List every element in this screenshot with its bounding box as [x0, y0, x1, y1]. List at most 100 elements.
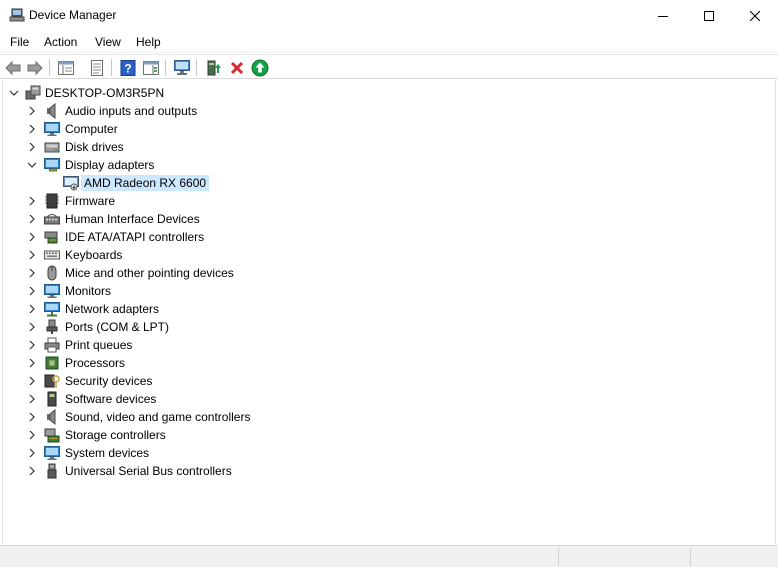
tree-category-firmware[interactable]: Firmware	[3, 192, 777, 210]
tree-category-print-queues[interactable]: Print queues	[3, 336, 777, 354]
disk-drive-icon	[44, 139, 60, 155]
tree-category-ports-com-lpt[interactable]: Ports (COM & LPT)	[3, 318, 777, 336]
tree-root-label: DESKTOP-OM3R5PN	[45, 86, 165, 100]
chevron-right-icon[interactable]	[27, 106, 37, 116]
chevron-right-icon[interactable]	[27, 268, 37, 278]
toolbar-separator	[49, 59, 50, 76]
tree-category-label: Computer	[65, 122, 118, 136]
software-device-icon	[44, 391, 60, 407]
forward-icon[interactable]	[25, 58, 45, 77]
chevron-right-icon[interactable]	[27, 232, 37, 242]
tree-category-label: Storage controllers	[65, 428, 166, 442]
network-adapter-icon	[44, 301, 60, 317]
tree-device-item[interactable]: AMD Radeon RX 6600	[3, 174, 777, 192]
chevron-right-icon[interactable]	[27, 394, 37, 404]
chevron-right-icon[interactable]	[27, 286, 37, 296]
display-adapter-icon	[44, 157, 60, 173]
chevron-right-icon[interactable]	[27, 250, 37, 260]
scan-hardware-changes-icon[interactable]	[172, 58, 192, 77]
tree-category-label: Network adapters	[65, 302, 160, 316]
tree-category-sound-video-and-game-controllers[interactable]: Sound, video and game controllers	[3, 408, 777, 426]
tree-category-security-devices[interactable]: Security devices	[3, 372, 777, 390]
tree-root[interactable]: DESKTOP-OM3R5PN	[3, 84, 777, 102]
maximize-button[interactable]	[686, 0, 732, 31]
chevron-right-icon[interactable]	[27, 124, 37, 134]
chevron-right-icon[interactable]	[27, 142, 37, 152]
processor-icon	[44, 355, 60, 371]
hid-icon	[44, 211, 60, 227]
chevron-right-icon[interactable]	[27, 448, 37, 458]
action-pane-icon[interactable]	[141, 58, 161, 77]
enable-device-icon[interactable]	[250, 58, 270, 77]
menu-view[interactable]: View	[95, 35, 121, 49]
toolbar-separator	[111, 59, 112, 76]
tree-category-monitors[interactable]: Monitors	[3, 282, 777, 300]
tree-category-human-interface-devices[interactable]: Human Interface Devices	[3, 210, 777, 228]
tree-category-label: Display adapters	[65, 158, 155, 172]
menu-action[interactable]: Action	[44, 35, 77, 49]
tree-category-keyboards[interactable]: Keyboards	[3, 246, 777, 264]
chevron-right-icon[interactable]	[27, 358, 37, 368]
tree-category-audio-inputs-and-outputs[interactable]: Audio inputs and outputs	[3, 102, 777, 120]
uninstall-device-icon[interactable]	[227, 58, 247, 77]
port-icon	[44, 319, 60, 335]
tree-category-label: Print queues	[65, 338, 133, 352]
tree-category-label: Software devices	[65, 392, 157, 406]
tree-category-mice-and-other-pointing-devices[interactable]: Mice and other pointing devices	[3, 264, 777, 282]
tree-category-universal-serial-bus-controllers[interactable]: Universal Serial Bus controllers	[3, 462, 777, 480]
chevron-right-icon[interactable]	[27, 376, 37, 386]
keyboard-icon	[44, 247, 60, 263]
menu-file[interactable]: File	[10, 35, 29, 49]
device-tree[interactable]: DESKTOP-OM3R5PN Audio inputs and outputs…	[2, 80, 776, 544]
storage-controller-icon	[44, 427, 60, 443]
update-driver-icon[interactable]	[204, 58, 224, 77]
chevron-right-icon[interactable]	[27, 430, 37, 440]
status-bar	[0, 545, 778, 567]
chevron-down-icon[interactable]	[27, 160, 37, 170]
computer-icon	[25, 85, 41, 101]
chevron-right-icon[interactable]	[27, 340, 37, 350]
tree-category-display-adapters[interactable]: Display adapters	[3, 156, 777, 174]
toolbar-separator	[165, 59, 166, 76]
svg-text:?: ?	[124, 61, 131, 75]
chevron-right-icon[interactable]	[27, 466, 37, 476]
tree-category-computer[interactable]: Computer	[3, 120, 777, 138]
tree-category-label: Mice and other pointing devices	[65, 266, 234, 280]
tree-category-storage-controllers[interactable]: Storage controllers	[3, 426, 777, 444]
tree-category-disk-drives[interactable]: Disk drives	[3, 138, 777, 156]
menu-bar: File Action View Help	[0, 31, 778, 53]
tree-device-label: AMD Radeon RX 6600	[81, 175, 210, 191]
tree-category-label: System devices	[65, 446, 150, 460]
status-divider	[558, 548, 559, 566]
close-button[interactable]	[732, 0, 778, 31]
properties-icon[interactable]	[87, 58, 107, 77]
chevron-down-icon[interactable]	[9, 88, 19, 98]
minimize-button[interactable]	[640, 0, 686, 31]
tree-category-label: Firmware	[65, 194, 115, 208]
tree-category-processors[interactable]: Processors	[3, 354, 777, 372]
back-icon[interactable]	[3, 58, 23, 77]
chevron-right-icon[interactable]	[27, 322, 37, 332]
firmware-icon	[44, 193, 60, 209]
tree-category-ide-ata-atapi-controllers[interactable]: IDE ATA/ATAPI controllers	[3, 228, 777, 246]
chevron-right-icon[interactable]	[27, 214, 37, 224]
chevron-right-icon[interactable]	[27, 304, 37, 314]
chevron-right-icon[interactable]	[27, 412, 37, 422]
title-bar: Device Manager	[0, 0, 778, 31]
monitor-icon	[44, 283, 60, 299]
tree-category-label: Disk drives	[65, 140, 124, 154]
mouse-icon	[44, 265, 60, 281]
usb-icon	[44, 463, 60, 479]
tree-category-system-devices[interactable]: System devices	[3, 444, 777, 462]
menu-help[interactable]: Help	[136, 35, 161, 49]
tree-category-software-devices[interactable]: Software devices	[3, 390, 777, 408]
security-device-icon	[44, 373, 60, 389]
tree-category-network-adapters[interactable]: Network adapters	[3, 300, 777, 318]
tree-category-label: Universal Serial Bus controllers	[65, 464, 232, 478]
tree-category-label: Sound, video and game controllers	[65, 410, 251, 424]
chevron-right-icon[interactable]	[27, 196, 37, 206]
show-hide-console-tree-icon[interactable]	[56, 58, 76, 77]
tree-category-label: Ports (COM & LPT)	[65, 320, 170, 334]
help-icon[interactable]: ?	[118, 58, 138, 77]
printer-icon	[44, 337, 60, 353]
